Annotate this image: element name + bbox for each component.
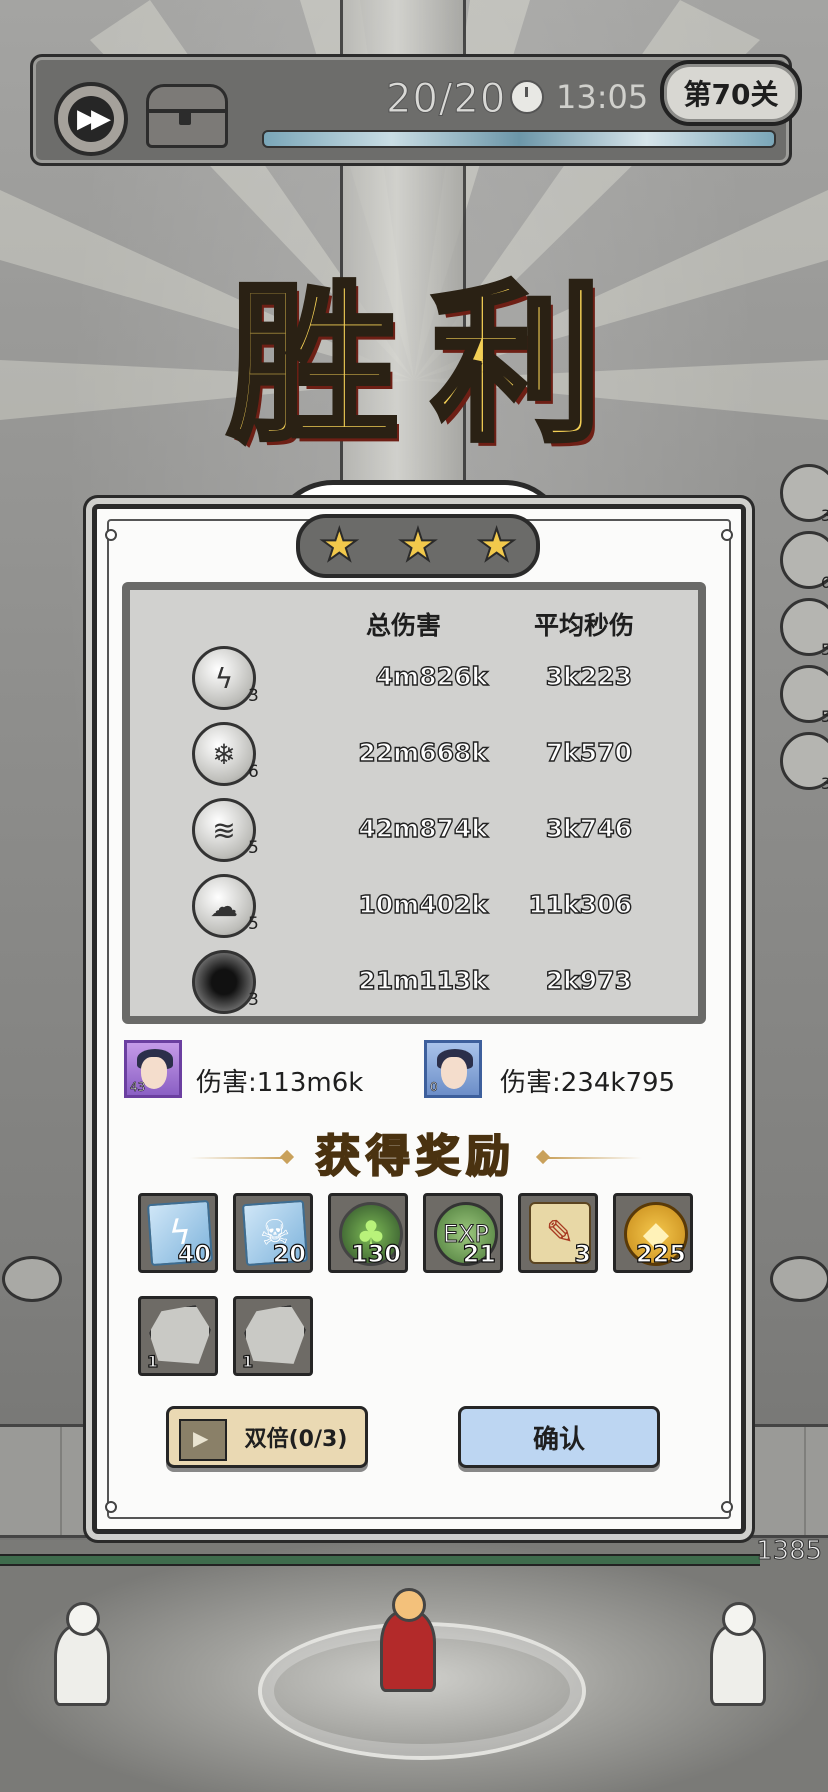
storm-cloud-skill-icon: ☁ [192, 874, 256, 938]
rivet-icon [105, 1501, 117, 1513]
rivet-icon [721, 1501, 733, 1513]
hero-damage: 伤害:234k795 [500, 1068, 676, 1098]
skill-level: 6 [248, 762, 259, 782]
total-damage: 21m113k [358, 965, 489, 995]
side-skill-level: 5 [820, 640, 828, 659]
rivet-icon [721, 529, 733, 541]
reward-count: 3 [574, 1239, 592, 1268]
hero-level: 43 [130, 1080, 146, 1095]
avg-dps: 7k570 [545, 737, 633, 767]
boss-hp-bar [262, 130, 776, 148]
stats-row: ☁ 5 10m402k 11k306 [130, 874, 698, 946]
base-hp-bar [0, 1554, 760, 1566]
divider-left [190, 1157, 286, 1159]
stats-row: ❄ 6 22m668k 7k570 [130, 722, 698, 794]
total-damage: 42m874k [358, 813, 489, 843]
skill-level: 5 [248, 838, 259, 858]
star-icon: ★ [319, 520, 360, 571]
stone-icon [244, 1305, 306, 1364]
confirm-button[interactable]: 确认 [458, 1406, 660, 1468]
reward-item[interactable]: ϟ 40 [138, 1193, 218, 1273]
stats-row: 3 21m113k 2k973 [130, 950, 698, 1016]
video-ad-icon [179, 1419, 227, 1461]
double-reward-label: 双倍(0/3) [244, 1427, 348, 1452]
header-avg-dps: 平均秒伤 [534, 611, 635, 640]
fast-forward-button[interactable]: ▶▶ [54, 82, 128, 156]
star-icon: ★ [476, 520, 517, 571]
side-skill-level: 3 [820, 506, 828, 525]
skill-level: 5 [248, 914, 259, 934]
damage-stats-panel: 总伤害 平均秒伤 ϟ 3 4m826k 3k223 ❄ 6 22m668k 7k… [122, 582, 706, 1024]
total-damage: 4m826k [375, 661, 489, 691]
tornado-skill-icon: ≋ [192, 798, 256, 862]
avg-dps: 11k306 [528, 889, 633, 919]
side-skill-column: 3 6 5 5 3 [776, 464, 828, 799]
reward-title: 获得奖励 [315, 1130, 516, 1183]
reward-item[interactable]: ♣ 130 [328, 1193, 408, 1273]
base-hp-number: 1385 [755, 1536, 823, 1567]
total-damage: 10m402k [358, 889, 489, 919]
stone-icon [149, 1305, 211, 1364]
fast-forward-icon: ▶▶ [68, 96, 114, 142]
victory-char-2: 利 [429, 262, 605, 468]
reward-count: 130 [350, 1239, 401, 1268]
treasure-chest-button[interactable] [146, 84, 228, 148]
victory-char-1: 胜 [225, 262, 401, 468]
hero-level: 0 [430, 1080, 438, 1095]
timer: 13:05 [556, 78, 649, 116]
stats-row: ≋ 5 42m874k 3k746 [130, 798, 698, 870]
avg-dps: 3k223 [545, 661, 633, 691]
reward-item[interactable]: ✎ 3 [518, 1193, 598, 1273]
side-skill-blackhole-icon: 3 [780, 732, 828, 793]
header-total-damage: 总伤害 [366, 611, 442, 640]
reward-item[interactable]: 1 [233, 1296, 313, 1376]
total-damage: 22m668k [358, 737, 489, 767]
side-skill-ice-icon: 6 [780, 531, 828, 592]
right-pedestal-icon [770, 1256, 828, 1302]
avg-dps: 3k746 [545, 813, 633, 843]
ally-left-figure [44, 1594, 114, 1706]
stats-row: ϟ 3 4m826k 3k223 [130, 646, 698, 718]
reward-count: 20 [272, 1239, 307, 1268]
reward-count: 1 [241, 1351, 254, 1371]
hero-damage: 伤害:113m6k [196, 1068, 364, 1098]
reward-count: 21 [462, 1239, 497, 1268]
skill-level: 3 [248, 990, 259, 1010]
chest-lock-icon [179, 111, 191, 125]
reward-item[interactable]: ◆ 225 [613, 1193, 693, 1273]
star-rating: ★ ★ ★ [296, 514, 540, 578]
double-reward-button[interactable]: 双倍(0/3) [166, 1406, 368, 1468]
side-skill-lightning-icon: 3 [780, 464, 828, 525]
side-skill-storm-icon: 5 [780, 665, 828, 726]
clock-icon [510, 80, 544, 114]
avg-dps: 2k973 [545, 965, 633, 995]
divider-right [546, 1157, 642, 1159]
lightning-skill-icon: ϟ [192, 646, 256, 710]
reward-item[interactable]: EXP 21 [423, 1193, 503, 1273]
reward-count: 40 [177, 1239, 212, 1268]
star-icon: ★ [397, 520, 438, 571]
level-badge: 第70关 [660, 60, 802, 126]
ice-crystal-skill-icon: ❄ [192, 722, 256, 786]
side-skill-level: 6 [820, 573, 828, 592]
mage-hero-figure [370, 1580, 440, 1692]
side-skill-level: 3 [820, 774, 828, 793]
victory-banner: 胜 利 [220, 250, 610, 468]
rivet-icon [105, 529, 117, 541]
reward-item[interactable]: 1 [138, 1296, 218, 1376]
reward-count: 225 [635, 1239, 686, 1268]
wave-counter: 20/20 [385, 76, 507, 123]
confirm-label: 确认 [532, 1424, 585, 1455]
side-skill-level: 5 [820, 707, 828, 726]
skill-level: 3 [248, 686, 259, 706]
reward-count: 1 [146, 1351, 159, 1371]
left-pedestal-icon [2, 1256, 62, 1302]
black-hole-skill-icon [192, 950, 256, 1014]
ally-right-figure [700, 1594, 770, 1706]
hero-avatar[interactable]: 0 [424, 1040, 482, 1098]
reward-item[interactable]: ☠ 20 [233, 1193, 313, 1273]
side-skill-tornado-icon: 5 [780, 598, 828, 659]
hero-avatar[interactable]: 43 [124, 1040, 182, 1098]
